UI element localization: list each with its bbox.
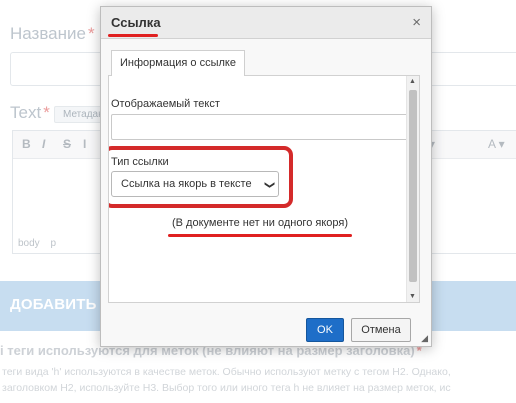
no-anchor-annotation-underline	[168, 234, 352, 237]
cancel-button[interactable]: Отмена	[351, 318, 411, 342]
no-anchor-message: (В документе нет ни одного якоря)	[172, 217, 348, 229]
link-info-panel: Отображаемый текст Тип ссылки Ссылка на …	[108, 75, 420, 303]
dialog-header[interactable]: Ссылка ×	[101, 7, 431, 39]
scroll-up-icon[interactable]: ▲	[409, 78, 416, 85]
display-text-label: Отображаемый текст	[111, 98, 220, 110]
display-text-input[interactable]	[111, 114, 409, 140]
ok-button[interactable]: OK	[306, 318, 344, 342]
dialog-title: Ссылка	[111, 15, 161, 30]
tab-link-info[interactable]: Информация о ссылке	[111, 50, 245, 76]
link-type-annotation-box	[109, 146, 293, 208]
panel-scrollbar[interactable]: ▲ ▼	[406, 76, 419, 302]
scroll-thumb[interactable]	[409, 90, 417, 282]
close-icon[interactable]: ×	[412, 14, 421, 31]
scroll-down-icon[interactable]: ▼	[409, 293, 416, 300]
link-dialog: Ссылка × Информация о ссылке Отображаемы…	[100, 6, 432, 347]
title-annotation-underline	[108, 34, 158, 37]
resize-handle-icon[interactable]: ◢	[421, 333, 428, 344]
